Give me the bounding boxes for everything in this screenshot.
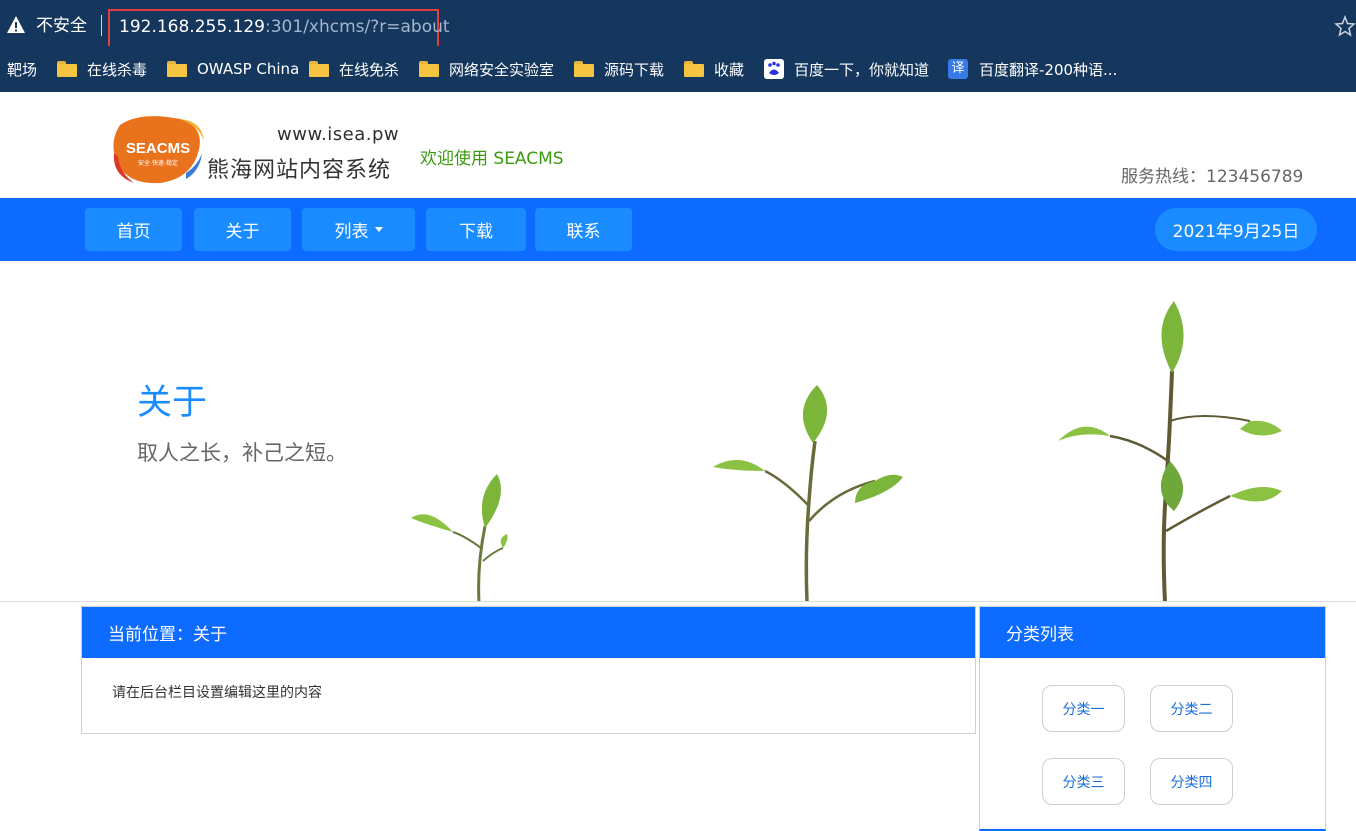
bookmark-folder[interactable]: 在线杀毒 (57, 46, 147, 92)
bookmark-label: OWASP China (197, 60, 300, 78)
folder-icon (574, 61, 594, 77)
content-panel: 当前位置：关于 请在后台栏目设置编辑这里的内容 (81, 606, 976, 734)
nav-label: 下载 (459, 222, 493, 242)
nav-list-dropdown[interactable]: 列表 (302, 208, 415, 251)
bookmark-label: 在线免杀 (339, 60, 400, 79)
category-button[interactable]: 分类三 (1042, 758, 1125, 805)
bookmark-item[interactable]: 译 百度翻译-200种语... (948, 46, 1117, 92)
logo-text: SEACMS (126, 140, 190, 157)
bookmark-folder[interactable]: OWASP China (167, 46, 299, 92)
bookmark-label: 收藏 (714, 60, 745, 79)
service-hotline: 服务热线：123456789 (1121, 167, 1304, 187)
bookmark-folder[interactable]: 收藏 (684, 46, 744, 92)
bookmark-folder[interactable]: 源码下载 (574, 46, 664, 92)
nav-download[interactable]: 下载 (426, 208, 526, 251)
nav-about[interactable]: 关于 (194, 208, 291, 251)
caret-down-icon (374, 227, 383, 232)
breadcrumb-text: 当前位置：关于 (108, 625, 227, 645)
security-label[interactable]: 不安全 (36, 15, 87, 37)
date-text: 2021年9月25日 (1172, 222, 1300, 242)
nav-label: 列表 (334, 222, 369, 242)
page-banner: 关于 取人之长，补己之短。 (0, 261, 1356, 602)
baidu-icon (764, 59, 784, 79)
warning-icon[interactable] (6, 15, 26, 35)
content-text: 请在后台栏目设置编辑这里的内容 (112, 685, 322, 701)
category-panel: 分类列表 分类一 分类二 分类三 分类四 (979, 606, 1326, 831)
bookmark-folder[interactable]: 在线免杀 (309, 46, 399, 92)
nav-label: 联系 (566, 222, 601, 242)
logo-tagline: 安全·快速·稳定 (138, 159, 178, 167)
sprout-illustration (1058, 301, 1282, 601)
bookmark-label: 网络安全实验室 (449, 60, 555, 79)
folder-icon (309, 61, 329, 77)
date-badge: 2021年9月25日 (1155, 208, 1317, 251)
category-button[interactable]: 分类四 (1150, 758, 1233, 805)
translate-icon: 译 (948, 59, 968, 79)
category-panel-header: 分类列表 (980, 607, 1325, 658)
bookmark-folder[interactable]: 网络安全实验室 (419, 46, 554, 92)
category-label: 分类三 (1062, 774, 1105, 791)
folder-icon (684, 61, 704, 77)
logo-url: www.isea.pw (277, 124, 400, 145)
address-separator (101, 15, 102, 36)
bookmark-label: 在线杀毒 (87, 60, 148, 79)
browser-address-bar: 不安全 192.168.255.129:301/xhcms/?r=about (0, 0, 1356, 49)
breadcrumb: 当前位置：关于 (82, 607, 975, 658)
category-label: 分类二 (1170, 701, 1213, 718)
bookmark-label: 百度一下，你就知道 (794, 60, 930, 79)
bookmarks-bar: 靶场 在线杀毒 OWASP China 在线免杀 网络安全实验室 源码下载 收藏… (0, 46, 1356, 92)
url-host: 192.168.255.129 (119, 17, 266, 37)
url-path: :301/xhcms/?r=about (265, 17, 450, 37)
folder-icon (419, 61, 439, 77)
bookmark-label: 源码下载 (604, 60, 665, 79)
category-button[interactable]: 分类二 (1150, 685, 1233, 732)
nav-contact[interactable]: 联系 (535, 208, 632, 251)
folder-icon (57, 61, 77, 77)
bookmark-label: 靶场 (7, 60, 38, 79)
category-panel-title: 分类列表 (1006, 625, 1074, 645)
content-body: 请在后台栏目设置编辑这里的内容 (82, 658, 975, 726)
seacms-logo[interactable]: SEACMS 安全·快速·稳定 (110, 113, 206, 185)
bookmark-item[interactable]: 靶场 (7, 46, 37, 92)
category-label: 分类四 (1170, 774, 1213, 791)
main-nav: 首页 关于 列表 下载 联系 2021年9月25日 (0, 198, 1356, 261)
bookmark-label: 百度翻译-200种语... (979, 60, 1118, 79)
sprout-illustration (713, 385, 903, 601)
category-button[interactable]: 分类一 (1042, 685, 1125, 732)
folder-icon (167, 61, 187, 77)
url-field[interactable]: 192.168.255.129:301/xhcms/?r=about (119, 16, 450, 38)
nav-label: 关于 (225, 222, 260, 242)
nav-home[interactable]: 首页 (85, 208, 182, 251)
welcome-text: 欢迎使用 SEACMS (420, 149, 564, 169)
banner-title: 关于 (137, 383, 208, 423)
banner-subtitle: 取人之长，补己之短。 (137, 441, 347, 465)
bookmark-item[interactable]: 百度一下，你就知道 (764, 46, 929, 92)
nav-label: 首页 (116, 222, 151, 242)
category-label: 分类一 (1062, 701, 1105, 718)
site-name: 熊海网站内容系统 (207, 158, 392, 183)
bookmark-star-icon[interactable] (1334, 15, 1356, 37)
sprout-illustration (411, 474, 508, 601)
